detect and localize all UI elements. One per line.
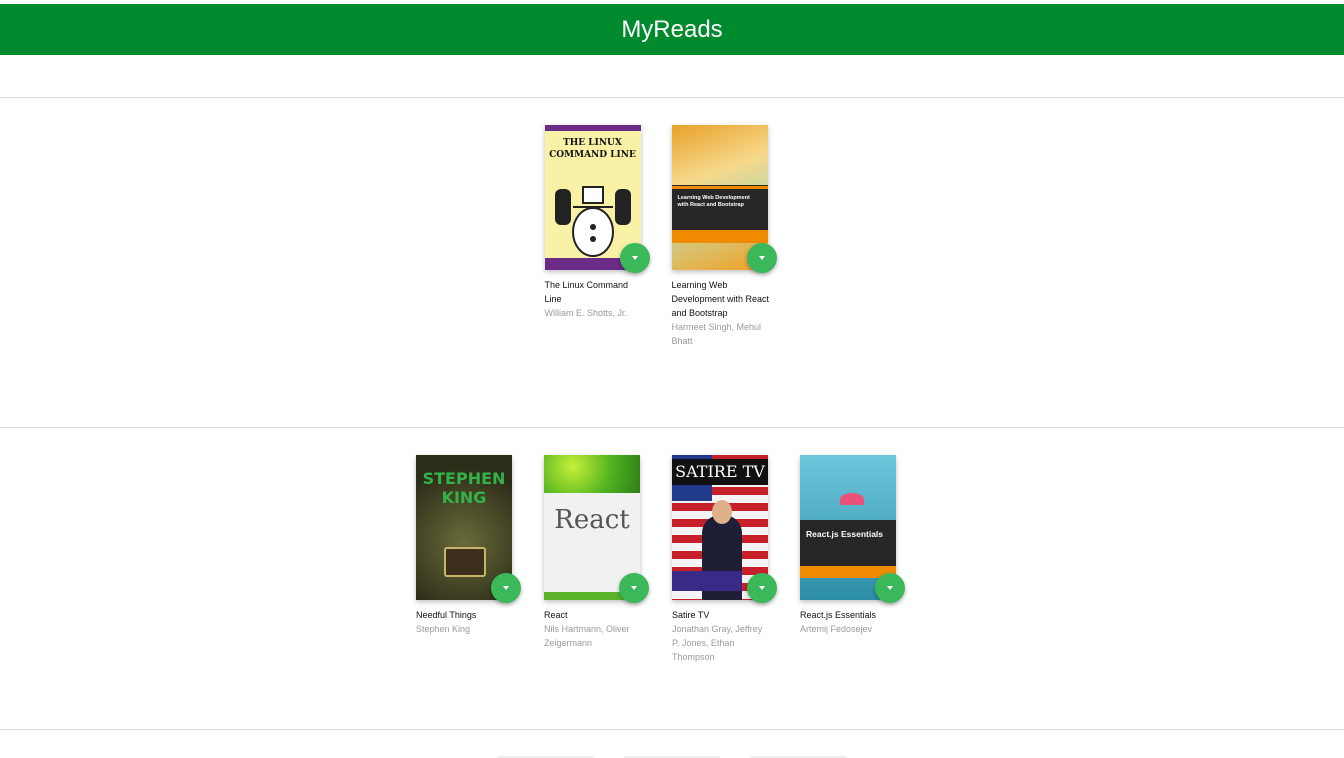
book: SATIRE TV Satire TV Jonathan Gray, Jeffr… [672,455,800,664]
app-title: MyReads [621,15,723,43]
book-authors: Stephen King [416,624,471,634]
sign-illustration [444,547,486,577]
bookshelf-1: THE LINUX COMMAND LINE The Linux Command… [0,97,1344,428]
book: Learning Web Development with React and … [671,125,800,348]
book-title: Learning Web Development with React and … [671,280,770,318]
cover-text: THE LINUX COMMAND LINE [549,138,636,160]
shelf-changer-button[interactable] [619,573,649,603]
cover-text: STEPHEN KING [422,469,506,507]
shelf-changer-button[interactable] [746,243,777,273]
shelf-changer-button[interactable] [747,573,777,603]
book-title: React [544,610,568,620]
cover-text: Learning Web Development with React and … [677,195,750,208]
book-authors: Artemij Fedosejev [800,624,873,634]
bookshelf-books: THE LINUX COMMAND LINE The Linux Command… [0,125,1344,348]
book-authors: William E. Shotts, Jr. [544,308,628,318]
book-title: React.js Essentials [800,610,877,620]
book-authors: Harmeet Singh, Mehul Bhatt [671,322,762,346]
book-authors: Jonathan Gray, Jeffrey P. Jones, Ethan T… [672,624,763,662]
book-authors: Nils Hartmann, Oliver Zeigermann [544,624,630,648]
mascot-illustration [552,177,633,257]
shelf-changer-button[interactable] [491,573,521,603]
bookshelf-2: STEPHEN KING Needful Things Stephen King… [0,428,1344,730]
book: STEPHEN KING Needful Things Stephen King [416,455,544,664]
book-title: The Linux Command Line [544,280,629,304]
cover-text: SATIRE TV [672,459,768,485]
shelf-changer-button[interactable] [619,243,650,273]
book: React.js Essentials React.js Essentials … [800,455,928,664]
book: React React Nils Hartmann, Oliver Zeiger… [544,455,672,664]
lotus-illustration [840,493,864,505]
book-title: Satire TV [672,610,710,620]
app-header: MyReads [0,4,1344,55]
book: THE LINUX COMMAND LINE The Linux Command… [544,125,673,348]
shelf-changer-button[interactable] [875,573,905,603]
book-title: Needful Things [416,610,477,620]
cover-text: React [554,505,630,535]
bookshelf-books: STEPHEN KING Needful Things Stephen King… [0,455,1344,664]
cover-text: React.js Essentials [806,529,884,539]
